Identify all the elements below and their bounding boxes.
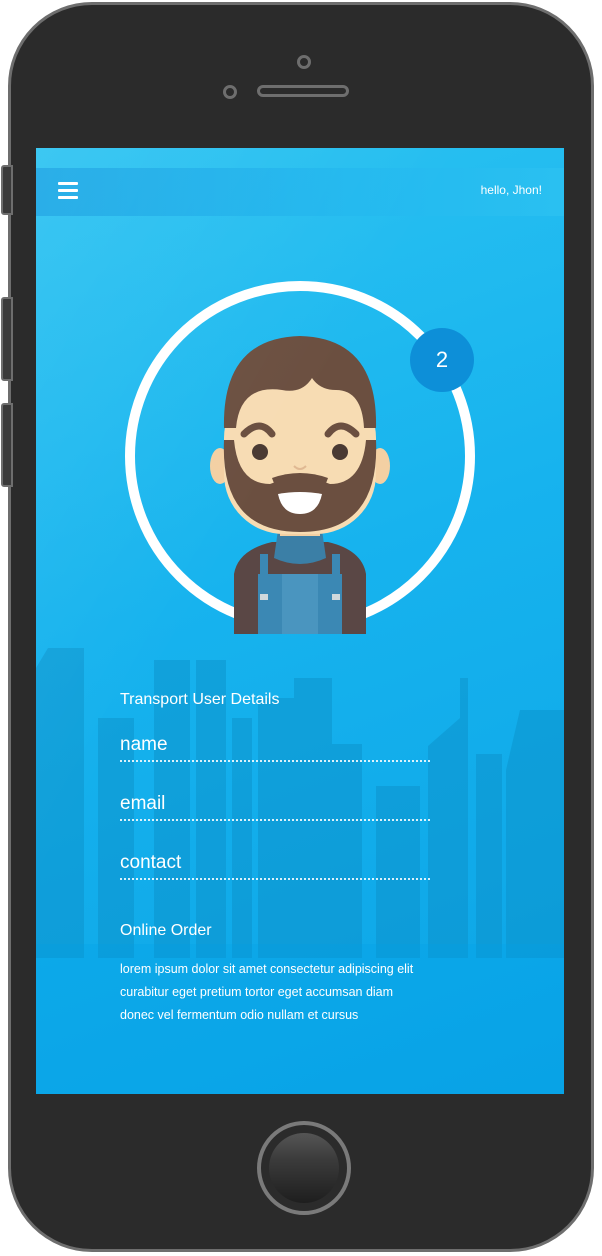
home-button[interactable] — [257, 1121, 351, 1215]
app-header: hello, Jhon! — [36, 168, 564, 216]
details-section-title: Transport User Details — [120, 691, 280, 708]
volume-down-button — [1, 403, 13, 487]
hamburger-menu-icon[interactable] — [58, 182, 78, 200]
proximity-sensor-icon — [223, 85, 237, 99]
contact-field[interactable]: contact — [120, 852, 430, 880]
order-description: lorem ipsum dolor sit amet consectetur a… — [120, 958, 460, 1027]
volume-up-button — [1, 297, 13, 381]
home-button-face — [269, 1133, 339, 1203]
order-description-line: lorem ipsum dolor sit amet consectetur a… — [120, 962, 414, 976]
front-camera-icon — [297, 55, 311, 69]
profile-avatar[interactable] — [122, 278, 478, 634]
mute-switch — [1, 165, 13, 215]
earpiece-speaker — [257, 85, 349, 97]
order-description-line: curabitur eget pretium tortor eget accum… — [120, 985, 394, 999]
online-order-title: Online Order — [120, 922, 212, 939]
email-field[interactable]: email — [120, 793, 430, 821]
app-screen: hello, Jhon! 2 Transport User Details na… — [36, 148, 564, 1094]
user-greeting: hello, Jhon! — [480, 183, 542, 197]
notification-badge[interactable]: 2 — [410, 328, 474, 392]
bearded-man-avatar — [210, 336, 390, 634]
name-field[interactable]: name — [120, 734, 430, 762]
order-description-line: donec vel fermentum odio nullam et cursu… — [120, 1008, 359, 1022]
